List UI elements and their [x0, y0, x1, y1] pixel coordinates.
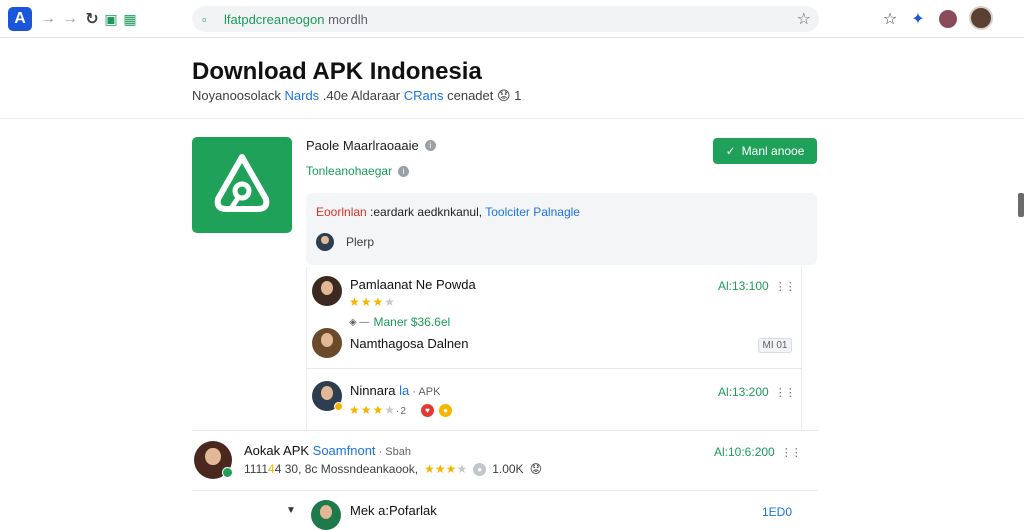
verified-badge-icon: [334, 402, 343, 411]
lock-icon: ▫: [202, 11, 207, 27]
summary-body: 4 30, 8c Mossndeankaook,: [274, 462, 419, 476]
reviewer-handle: la: [395, 383, 410, 398]
review-time-text: Al:13:200: [718, 385, 769, 399]
row-divider: [192, 490, 818, 491]
url-path: mordlh: [324, 11, 368, 27]
more-options-icon[interactable]: ⋮⋮: [775, 386, 796, 399]
forward-arrow-icon[interactable]: →: [60, 9, 80, 29]
notice-panel: Eoorlnlan :eardark aedknkanul, Toolciter…: [306, 193, 817, 265]
browser-toolbar: A → → ↻ ▣ ▦ ▫ lfatpdcreaneogon mordlh ☆ …: [0, 0, 1024, 38]
back-arrow-icon[interactable]: →: [38, 9, 58, 29]
install-label: Manl anooe: [741, 144, 805, 158]
page-title: Download APK Indonesia: [192, 58, 482, 85]
reviewer-name-text: Ninnara: [350, 383, 396, 398]
notice-user[interactable]: Plerp: [316, 233, 374, 251]
notice-body: :eardark aedknkanul,: [366, 205, 486, 219]
scrollbar-thumb[interactable]: [1018, 193, 1024, 217]
extensions-sparkle-icon[interactable]: ✦: [907, 8, 929, 30]
reviewer-name[interactable]: Aokak APK Soamfnont · Sbah: [244, 443, 411, 458]
online-badge-icon: [222, 467, 233, 478]
bookmark-star-icon[interactable]: ☆: [797, 9, 811, 29]
caret-icon: ▼: [286, 505, 296, 516]
coin-reaction-icon[interactable]: ●: [439, 404, 452, 417]
info-icon[interactable]: i: [424, 140, 436, 151]
profile-avatar: [939, 10, 957, 28]
url-text[interactable]: lfatpdcreaneogon mordlh: [224, 12, 368, 27]
app-logo-icon: [192, 137, 292, 233]
reviewer-avatar[interactable]: [312, 328, 342, 358]
calendar-icon[interactable]: ▦: [120, 9, 140, 29]
row-divider: [306, 368, 802, 369]
reviewer-avatar[interactable]: [312, 276, 342, 306]
reviewer-tag: · Sbah: [375, 446, 411, 458]
version-chip[interactable]: MI 01: [758, 338, 792, 353]
user-avatar: [316, 233, 334, 251]
subtitle-part: .40e Aldaraar: [319, 88, 404, 103]
review-time-text: Al:10:6:200: [714, 445, 775, 459]
profile-icon[interactable]: [937, 8, 959, 30]
notice-text: Eoorlnlan :eardark aedknkanul, Toolciter…: [316, 205, 580, 219]
page-subtitle: Noyanoosolack Nards .40e Aldaraar CRans …: [192, 88, 521, 104]
category-text: Tonleanohaegar: [306, 164, 393, 178]
divider: [0, 118, 1024, 119]
shield-icon[interactable]: ▣: [101, 9, 121, 29]
developer-name[interactable]: Paole Maarlraoaaie i: [306, 138, 436, 153]
address-bar[interactable]: ▫ lfatpdcreaneogon mordlh ☆: [192, 6, 819, 32]
reviewer-name-text: Aokak APK: [244, 443, 313, 458]
app-glyph-icon: [214, 154, 270, 212]
reload-icon[interactable]: ↻: [82, 9, 102, 29]
subtitle-link[interactable]: CRans: [404, 88, 444, 103]
rating-extra: ·2: [396, 406, 407, 417]
account-avatar-image: [969, 6, 993, 30]
rating-stars: ★★★★: [349, 295, 397, 309]
more-options-icon[interactable]: ⋮⋮: [775, 280, 796, 293]
review-time: Al:10:6:200 ⋮⋮: [714, 445, 802, 459]
app-logo-icon[interactable]: A: [8, 7, 32, 31]
emoji-reaction: 😟: [529, 462, 543, 476]
review-time: Al:13:100 ⋮⋮: [718, 279, 796, 293]
install-button[interactable]: ✓ Manl anooe: [713, 138, 817, 164]
subtitle-link[interactable]: Nards: [285, 88, 320, 103]
account-avatar[interactable]: [968, 5, 994, 31]
review-summary-text: 111144 30, 8c Mossndeankaook,: [244, 462, 418, 476]
heart-reaction-icon[interactable]: ♥: [421, 404, 434, 417]
review-time: 1ED0: [762, 505, 793, 519]
review-count: 1.00K: [492, 462, 524, 476]
tag-icon: ◈ —: [349, 316, 370, 328]
checkmark-icon: ✓: [725, 144, 736, 158]
summary-prefix: 1111: [244, 462, 269, 476]
comment-icon[interactable]: ●: [473, 462, 487, 476]
reviewer-tag: · APK: [409, 386, 441, 398]
developer-name-text: Paole Maarlraoaaie: [306, 138, 419, 153]
review-meta: ◈ — Maner $36.6el: [349, 315, 450, 329]
favorites-star-icon[interactable]: ☆: [879, 8, 901, 30]
reviewer-name[interactable]: Ninnara la · APK: [350, 383, 440, 398]
rating-stars: ★★★★: [424, 462, 468, 476]
review-summary: 111144 30, 8c Mossndeankaook, ★★★★ ● 1.0…: [244, 462, 542, 476]
review-time-text: Al:13:100: [718, 279, 769, 293]
info-icon[interactable]: i: [398, 165, 410, 177]
reviewer-avatar[interactable]: [311, 500, 341, 530]
reviewer-handle: Soamfnont: [312, 443, 376, 458]
reviewer-name[interactable]: Pamlaanat Ne Powda: [350, 277, 476, 292]
review-meta-text: Maner $36.6el: [373, 315, 451, 329]
review-time: Al:13:200 ⋮⋮: [718, 385, 796, 399]
app-category[interactable]: Tonleanohaegar i: [306, 164, 410, 178]
notice-user-name: Plerp: [346, 235, 375, 249]
subtitle-part: cenadet 😟 1: [443, 88, 522, 103]
subtitle-part: Noyanoosolack: [192, 88, 285, 103]
row-divider: [192, 430, 818, 431]
notice-alert: Eoorlnlan: [316, 205, 367, 219]
notice-link[interactable]: Toolciter Palnagle: [485, 205, 580, 219]
reviewer-name[interactable]: Mek a:Pofarlak: [350, 503, 437, 518]
more-options-icon[interactable]: ⋮⋮: [781, 446, 802, 459]
summary-prefix-star: 4: [268, 462, 275, 476]
rating-stars: ★★★★·2: [349, 403, 407, 417]
reviewer-name[interactable]: Namthagosa Dalnen: [350, 336, 469, 351]
url-host: lfatpdcreaneogon: [224, 11, 325, 27]
